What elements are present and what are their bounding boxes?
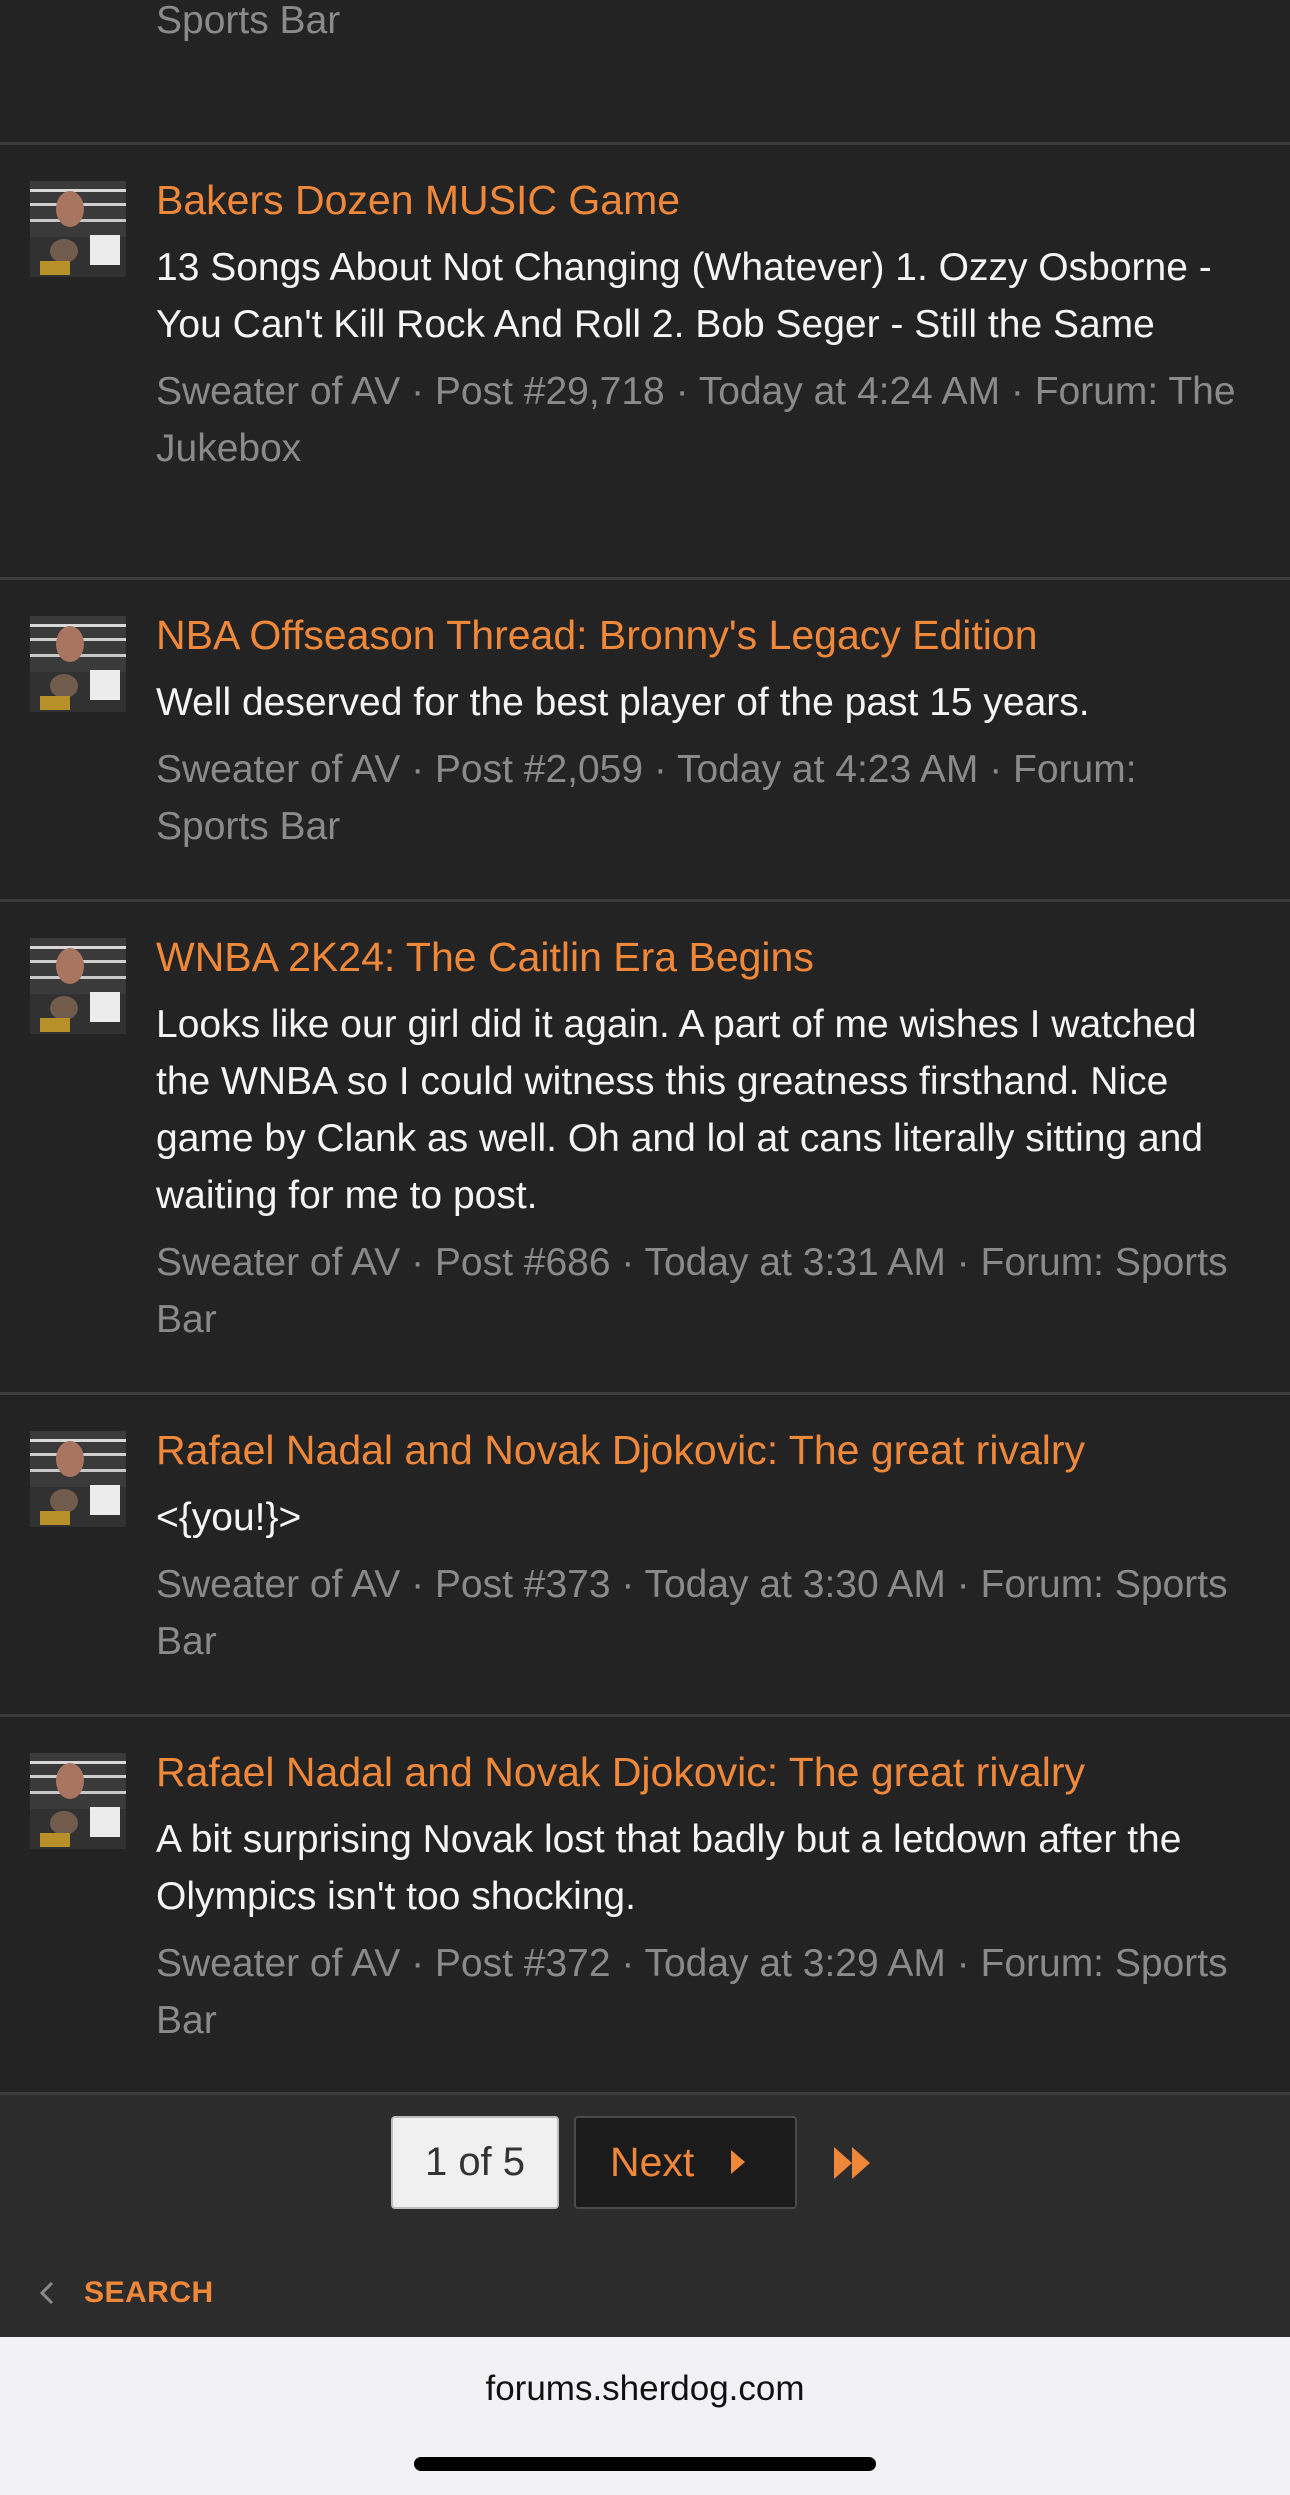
search-result-item[interactable]: Rafael Nadal and Novak Djokovic: The gre… (0, 1395, 1290, 1717)
search-result-item[interactable]: Sweater of AV · Post #2,061 · Today at 6… (0, 0, 1290, 145)
next-page-label: Next (610, 2139, 695, 2185)
avatar[interactable] (30, 938, 126, 1034)
result-title-link[interactable]: Rafael Nadal and Novak Djokovic: The gre… (156, 1747, 1260, 1797)
home-indicator[interactable] (414, 2457, 876, 2471)
result-snippet: A bit surprising Novak lost that badly b… (156, 1818, 1182, 1918)
avatar[interactable] (30, 181, 126, 277)
back-link-label: SEARCH (84, 2276, 214, 2309)
avatar[interactable] (30, 616, 126, 712)
result-title-link[interactable]: NBA Offseason Thread: Bronny's Legacy Ed… (156, 610, 1260, 660)
result-meta: Sweater of AV · Post #29,718 · Today at … (156, 370, 1236, 470)
double-chevron-right-icon[interactable] (830, 2139, 878, 2187)
avatar[interactable] (30, 1753, 126, 1849)
result-snippet: Well deserved for the best player of the… (156, 681, 1090, 724)
caret-right-icon (731, 2150, 745, 2174)
url-text[interactable]: forums.sherdog.com (0, 2369, 1290, 2409)
result-snippet: <{you!}> (156, 1496, 302, 1539)
result-title-link[interactable]: WNBA 2K24: The Caitlin Era Begins (156, 932, 1260, 982)
result-meta: Sweater of AV · Post #372 · Today at 3:2… (156, 1942, 1228, 2042)
result-meta: Sweater of AV · Post #373 · Today at 3:3… (156, 1563, 1228, 1663)
result-meta: Sweater of AV · Post #2,059 · Today at 4… (156, 748, 1137, 848)
result-meta: Sweater of AV · Post #2,061 · Today at 6… (156, 0, 341, 42)
next-page-button[interactable]: Next (574, 2116, 797, 2209)
browser-address-bar[interactable]: forums.sherdog.com (0, 2337, 1290, 2495)
page-selector-button[interactable]: 1 of 5 (391, 2116, 559, 2209)
back-to-search-link[interactable]: SEARCH (36, 2273, 214, 2313)
search-result-item[interactable]: Rafael Nadal and Novak Djokovic: The gre… (0, 1717, 1290, 2095)
pagination-bar: 1 of 5 Next SEARCH (0, 2095, 1290, 2337)
search-result-item[interactable]: Bakers Dozen MUSIC Game 13 Songs About N… (0, 145, 1290, 580)
avatar[interactable] (30, 1431, 126, 1527)
search-result-item[interactable]: NBA Offseason Thread: Bronny's Legacy Ed… (0, 580, 1290, 902)
chevron-left-icon (39, 2281, 54, 2305)
result-meta: Sweater of AV · Post #686 · Today at 3:3… (156, 1241, 1228, 1341)
search-result-item[interactable]: WNBA 2K24: The Caitlin Era Begins Looks … (0, 902, 1290, 1395)
result-snippet: Looks like our girl did it again. A part… (156, 1003, 1204, 1217)
result-snippet: 13 Songs About Not Changing (Whatever) 1… (156, 246, 1212, 346)
result-title-link[interactable]: Rafael Nadal and Novak Djokovic: The gre… (156, 1425, 1260, 1475)
result-title-link[interactable]: Bakers Dozen MUSIC Game (156, 175, 1260, 225)
